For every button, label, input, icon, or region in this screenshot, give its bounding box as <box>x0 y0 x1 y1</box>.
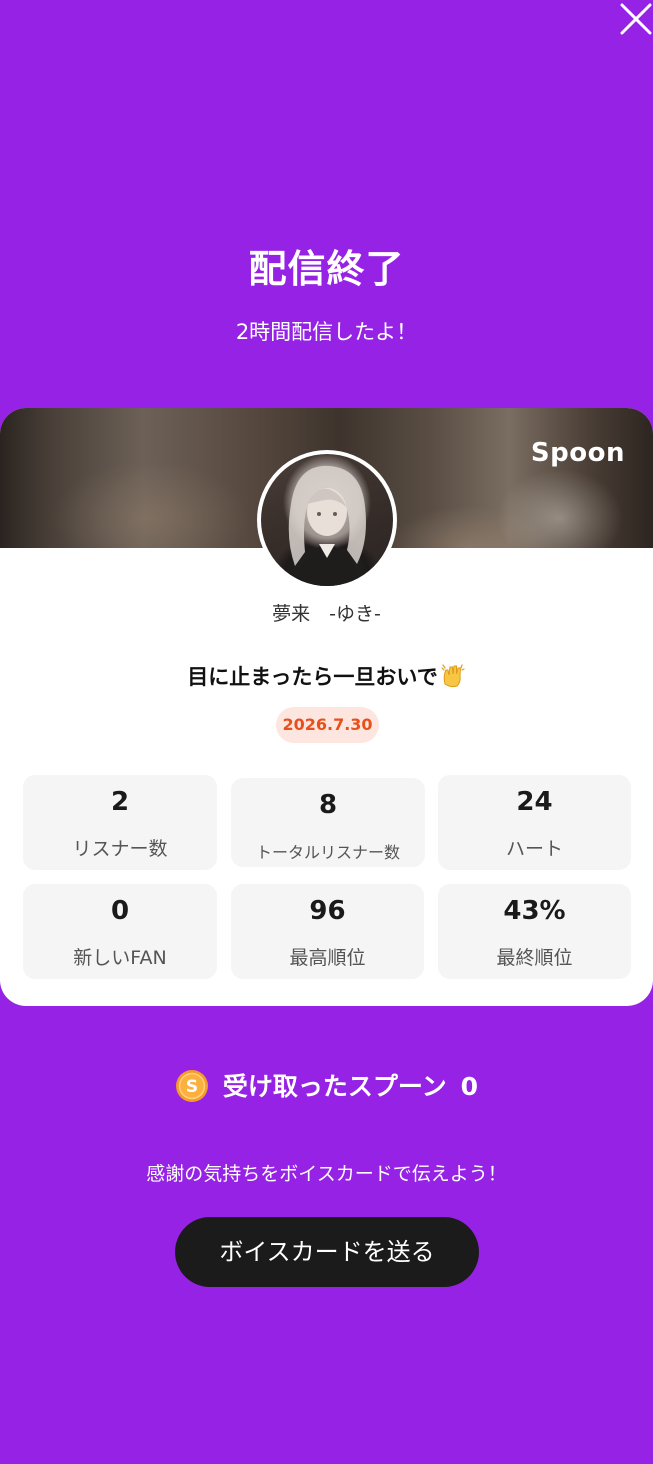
stat-label: リスナー数 <box>72 838 168 860</box>
stat-total-listeners: 8 トータルリスナー数 <box>231 778 425 867</box>
send-voice-card-button[interactable]: ボイスカードを送る <box>175 1217 479 1287</box>
broadcast-duration: 2時間配信したよ！ <box>235 320 418 344</box>
page-title: 配信終了 <box>248 247 405 291</box>
stat-value: 8 <box>318 790 338 820</box>
stat-new-fans: 0 新しいFAN <box>23 884 217 979</box>
stat-label: ハート <box>505 838 563 860</box>
broadcast-summary-card: Spoon 夢来 -ゆき- 目に止まったら一旦おいで 2026.7.30 2 リ… <box>0 408 653 1006</box>
received-spoons-count: 0 <box>460 1072 479 1101</box>
stat-value: 2 <box>110 787 130 817</box>
stat-value: 43% <box>503 896 566 926</box>
close-button[interactable] <box>619 2 653 36</box>
streamer-name: 夢来 -ゆき- <box>272 603 381 625</box>
stream-title-text: 目に止まったら一旦おいで <box>187 665 438 689</box>
avatar[interactable] <box>257 450 397 590</box>
spoon-logo: Spoon <box>530 438 625 468</box>
stat-label: 最終順位 <box>496 947 573 969</box>
stat-value: 24 <box>516 787 553 817</box>
stat-label: トータルリスナー数 <box>255 843 400 862</box>
date-badge: 2026.7.30 <box>276 707 379 743</box>
stream-title: 目に止まったら一旦おいで <box>0 661 653 693</box>
stat-value: 96 <box>309 896 346 926</box>
close-icon <box>620 3 652 35</box>
thanks-message: 感謝の気持ちをボイスカードで伝えよう！ <box>146 1163 507 1185</box>
received-spoons: S 受け取ったスプーン 0 <box>0 1067 653 1109</box>
stat-value: 0 <box>110 896 130 926</box>
received-spoons-label: 受け取ったスプーン <box>222 1072 447 1101</box>
svg-text:S: S <box>186 1077 198 1097</box>
stat-hearts: 24 ハート <box>438 775 631 870</box>
stat-final-rank: 43% 最終順位 <box>438 884 631 979</box>
spoon-coin-icon: S <box>175 1069 209 1109</box>
stat-label: 新しいFAN <box>73 947 167 969</box>
stat-highest-rank: 96 最高順位 <box>231 884 424 979</box>
stat-listeners: 2 リスナー数 <box>23 775 217 870</box>
clapping-hands-icon <box>440 662 466 693</box>
avatar-image <box>261 454 393 586</box>
stat-label: 最高順位 <box>289 947 366 969</box>
